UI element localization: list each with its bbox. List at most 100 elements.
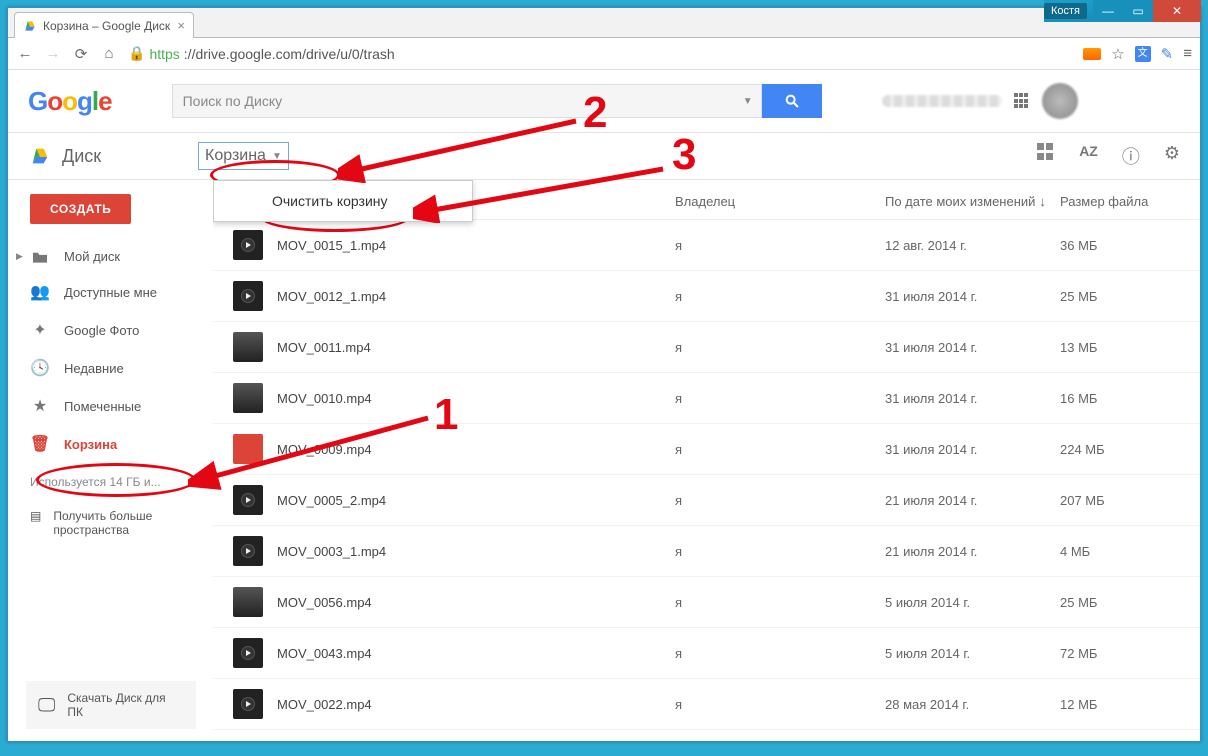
file-date: 31 июля 2014 г. [885,340,1060,355]
file-name: MOV_0015_1.mp4 [277,238,675,253]
close-button[interactable]: ✕ [1153,0,1201,22]
file-date: 5 июля 2014 г. [885,646,1060,661]
info-icon[interactable]: ⓘ [1122,143,1140,169]
url-field[interactable]: 🔒 https ://drive.google.com/drive/u/0/tr… [128,45,1073,62]
apps-icon[interactable] [1014,93,1030,109]
forward-icon[interactable]: → [44,45,62,62]
minimize-button[interactable]: — [1093,0,1123,22]
file-name: MOV_0009.mp4 [277,442,675,457]
account-name-blurred [882,95,1002,107]
table-row[interactable]: MOV_0056.mp4я5 июля 2014 г.25 МБ [213,577,1200,628]
file-owner: я [675,493,885,508]
menu-icon[interactable]: ≡ [1183,45,1192,62]
people-icon: 👥 [30,282,50,302]
clock-icon: 🕓 [30,358,50,378]
file-date: 21 июля 2014 г. [885,493,1060,508]
browser-tab[interactable]: Корзина – Google Диск × [14,12,194,38]
card-ext-icon[interactable] [1083,48,1101,60]
table-row[interactable]: MOV_0005_2.mp4я21 июля 2014 г.207 МБ [213,475,1200,526]
maximize-button[interactable]: ▭ [1123,0,1153,22]
gear-icon[interactable]: ⚙ [1164,143,1180,169]
tab-close-icon[interactable]: × [177,18,185,33]
file-size: 25 МБ [1060,595,1180,610]
expand-icon[interactable]: ▶ [16,251,23,262]
search-button[interactable] [762,84,822,118]
file-date: 21 июля 2014 г. [885,544,1060,559]
empty-trash-option[interactable]: Очистить корзину [214,181,472,221]
back-icon[interactable]: ← [16,45,34,62]
file-owner: я [675,646,885,661]
drive-favicon-icon [23,19,37,33]
table-row[interactable]: MOV_0009.mp4я31 июля 2014 г.224 МБ [213,424,1200,475]
file-owner: я [675,238,885,253]
window-user: Костя [1044,3,1087,19]
video-thumb-icon [233,587,263,617]
sidebar: СОЗДАТЬ ▶ Мой диск 👥 Доступные мне ✦ Goo… [8,180,213,741]
file-size: 72 МБ [1060,646,1180,661]
trash-icon: 🗑 [30,434,50,454]
create-button[interactable]: СОЗДАТЬ [30,194,131,224]
sort-desc-icon: ↓ [1039,194,1046,209]
table-row[interactable]: MOV_0010.mp4я31 июля 2014 г.16 МБ [213,373,1200,424]
file-size: 12 МБ [1060,697,1180,712]
reload-icon[interactable]: ⟳ [72,45,90,63]
file-size: 207 МБ [1060,493,1180,508]
table-row[interactable]: MOV_0022.mp4я28 мая 2014 г.12 МБ [213,679,1200,730]
file-date: 28 мая 2014 г. [885,697,1060,712]
video-thumb-icon [233,383,263,413]
content-area: Очистить корзину Владелец По дате моих и… [213,180,1200,741]
sidebar-item-starred[interactable]: ★ Помеченные [8,387,213,425]
search-icon [784,93,800,109]
avatar[interactable] [1042,83,1078,119]
file-size: 13 МБ [1060,340,1180,355]
lock-icon: 🔒 [128,45,145,62]
video-thumb-icon [233,230,263,260]
search-dropdown-icon[interactable]: ▼ [743,96,753,107]
file-name: MOV_0003_1.mp4 [277,544,675,559]
download-drive[interactable]: 🖵 Скачать Диск для ПК [26,681,196,729]
sidebar-item-mydrive[interactable]: ▶ Мой диск [8,240,213,273]
google-logo[interactable]: Google [28,86,112,117]
table-row[interactable]: MOV_0012_1.mp4я31 июля 2014 г.25 МБ [213,271,1200,322]
video-thumb-icon [233,689,263,719]
sidebar-item-label: Помеченные [64,399,141,414]
view-grid-icon[interactable] [1037,143,1055,161]
sidebar-item-label: Недавние [64,361,124,376]
file-owner: я [675,289,885,304]
sidebar-item-recent[interactable]: 🕓 Недавние [8,349,213,387]
app-header: Google Поиск по Диску ▼ [8,70,1200,132]
sidebar-item-label: Корзина [64,437,117,452]
tab-title: Корзина – Google Диск [43,19,170,33]
table-row[interactable]: MOV_0003_1.mp4я21 июля 2014 г.4 МБ [213,526,1200,577]
drive-label[interactable]: Диск [62,146,101,167]
video-thumb-icon [233,638,263,668]
column-date[interactable]: По дате моих изменений ↓ [885,194,1060,209]
search-input[interactable]: Поиск по Диску ▼ [172,84,762,118]
sidebar-item-trash[interactable]: 🗑 Корзина [8,425,213,463]
file-date: 31 июля 2014 г. [885,289,1060,304]
file-date: 31 июля 2014 г. [885,391,1060,406]
sidebar-item-label: Мой диск [64,249,120,264]
home-icon[interactable]: ⌂ [100,45,118,62]
file-name: MOV_0011.mp4 [277,340,675,355]
table-row[interactable]: MOV_0011.mp4я31 июля 2014 г.13 МБ [213,322,1200,373]
column-owner[interactable]: Владелец [675,194,885,209]
sidebar-item-shared[interactable]: 👥 Доступные мне [8,273,213,311]
file-size: 36 МБ [1060,238,1180,253]
storage-bars-icon: ▤ [30,509,41,537]
file-list: MOV_0015_1.mp4я12 авг. 2014 г.36 МБMOV_0… [213,220,1200,739]
translate-ext-icon[interactable]: 文 [1135,46,1151,62]
star-icon[interactable]: ☆ [1111,45,1124,63]
sidebar-item-photos[interactable]: ✦ Google Фото [8,311,213,349]
file-owner: я [675,544,885,559]
video-thumb-icon [233,536,263,566]
search-placeholder: Поиск по Диску [183,93,283,109]
pen-ext-icon[interactable]: ✎ [1161,45,1174,63]
table-row[interactable]: MOV_0043.mp4я5 июля 2014 г.72 МБ [213,628,1200,679]
file-name: MOV_0022.mp4 [277,697,675,712]
sidebar-item-label: Доступные мне [64,285,157,300]
file-owner: я [675,697,885,712]
sort-az-icon[interactable]: AZ [1079,143,1098,169]
get-more-storage[interactable]: ▤ Получить больше пространства [8,501,213,545]
column-size[interactable]: Размер файла [1060,194,1180,209]
